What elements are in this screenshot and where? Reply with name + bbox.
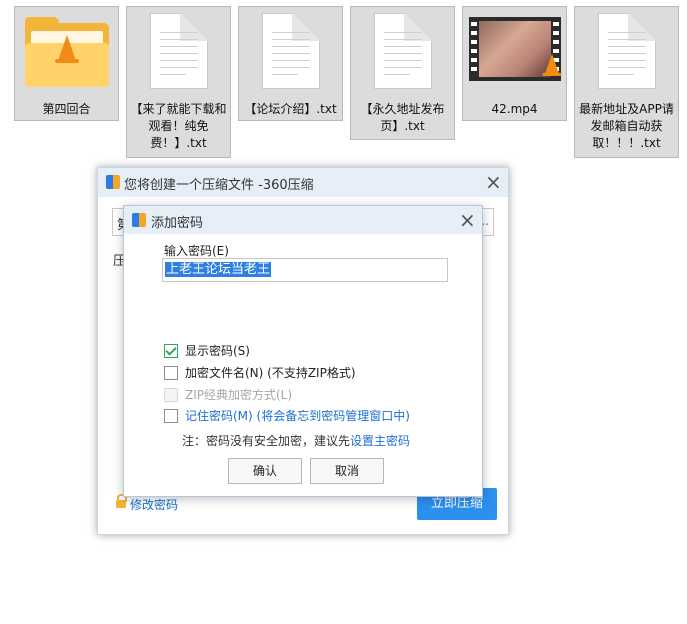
app-icon (106, 175, 120, 189)
close-icon[interactable]: × (485, 172, 502, 192)
change-password-link[interactable]: 修改密码 (116, 494, 179, 513)
file-name: 【永久地址发布页】.txt (360, 102, 445, 133)
text-file-icon (149, 13, 208, 89)
file-name: 最新地址及APP请发邮箱自动获取！！！.txt (579, 102, 674, 150)
option-label: 记住密码(M) (将会备忘到密码管理窗口中) (185, 409, 410, 423)
password-input[interactable]: 上老王论坛当老王 (162, 258, 448, 282)
add-password-titlebar[interactable]: 添加密码 × (124, 206, 482, 234)
encrypt-filename-checkbox[interactable]: 加密文件名(N) (不支持ZIP格式) (164, 364, 356, 381)
set-master-password-link[interactable]: 设置主密码 (350, 434, 410, 448)
text-file-icon (597, 13, 656, 89)
option-label: 显示密码(S) (185, 344, 250, 358)
remember-password-checkbox[interactable]: 记住密码(M) (将会备忘到密码管理窗口中) (164, 407, 410, 424)
file-name: 第四回合 (42, 102, 91, 116)
lock-icon (116, 494, 127, 508)
file-name: 【论坛介绍】.txt (244, 102, 337, 116)
note-text: 注：密码没有安全加密，建议先 (182, 434, 351, 448)
add-password-title: 添加密码 (151, 216, 204, 231)
text-file-icon (261, 13, 320, 89)
video-file-icon (468, 17, 562, 81)
desktop-item-text-file[interactable]: 【论坛介绍】.txt (238, 6, 343, 121)
cancel-button[interactable]: 取消 (310, 458, 384, 484)
file-name: 【来了就能下载和观看！纯免费！】.txt (130, 102, 227, 150)
checkbox-icon (164, 365, 178, 380)
file-name: 42.mp4 (491, 102, 538, 116)
security-note: 注：密码没有安全加密，建议先设置主密码 (182, 432, 410, 449)
checkbox-checked-icon (164, 343, 178, 358)
option-label: ZIP经典加密方式(L) (185, 388, 293, 402)
change-password-label: 修改密码 (130, 498, 179, 512)
option-label: 加密文件名(N) (不支持ZIP格式) (185, 366, 356, 380)
app-icon (132, 213, 146, 227)
text-file-icon (373, 13, 432, 89)
zip-classic-encryption-checkbox: ZIP经典加密方式(L) (164, 386, 292, 403)
ok-button[interactable]: 确认 (228, 458, 302, 484)
desktop-item-video-file[interactable]: 42.mp4 (462, 6, 567, 121)
add-password-dialog: 添加密码 × 输入密码(E) 上老王论坛当老王 显示密码(S) 加密文件名(N)… (123, 205, 483, 497)
password-value: 上老王论坛当老王 (165, 262, 272, 277)
checkbox-icon (164, 408, 178, 423)
compress-dialog-title: 您将创建一个压缩文件 -360压缩 (124, 178, 314, 193)
checkbox-disabled-icon (164, 387, 178, 402)
desktop-item-text-file[interactable]: 【来了就能下载和观看！纯免费！】.txt (126, 6, 231, 158)
close-icon[interactable]: × (459, 210, 476, 230)
password-label: 输入密码(E) (164, 244, 229, 258)
desktop-item-folder[interactable]: 第四回合 (14, 6, 119, 121)
desktop-item-text-file[interactable]: 最新地址及APP请发邮箱自动获取！！！.txt (574, 6, 679, 158)
folder-vlc-icon (24, 17, 109, 87)
show-password-checkbox[interactable]: 显示密码(S) (164, 342, 250, 359)
compress-dialog-titlebar[interactable]: 您将创建一个压缩文件 -360压缩 × (98, 168, 508, 197)
desktop-item-text-file[interactable]: 【永久地址发布页】.txt (350, 6, 455, 140)
